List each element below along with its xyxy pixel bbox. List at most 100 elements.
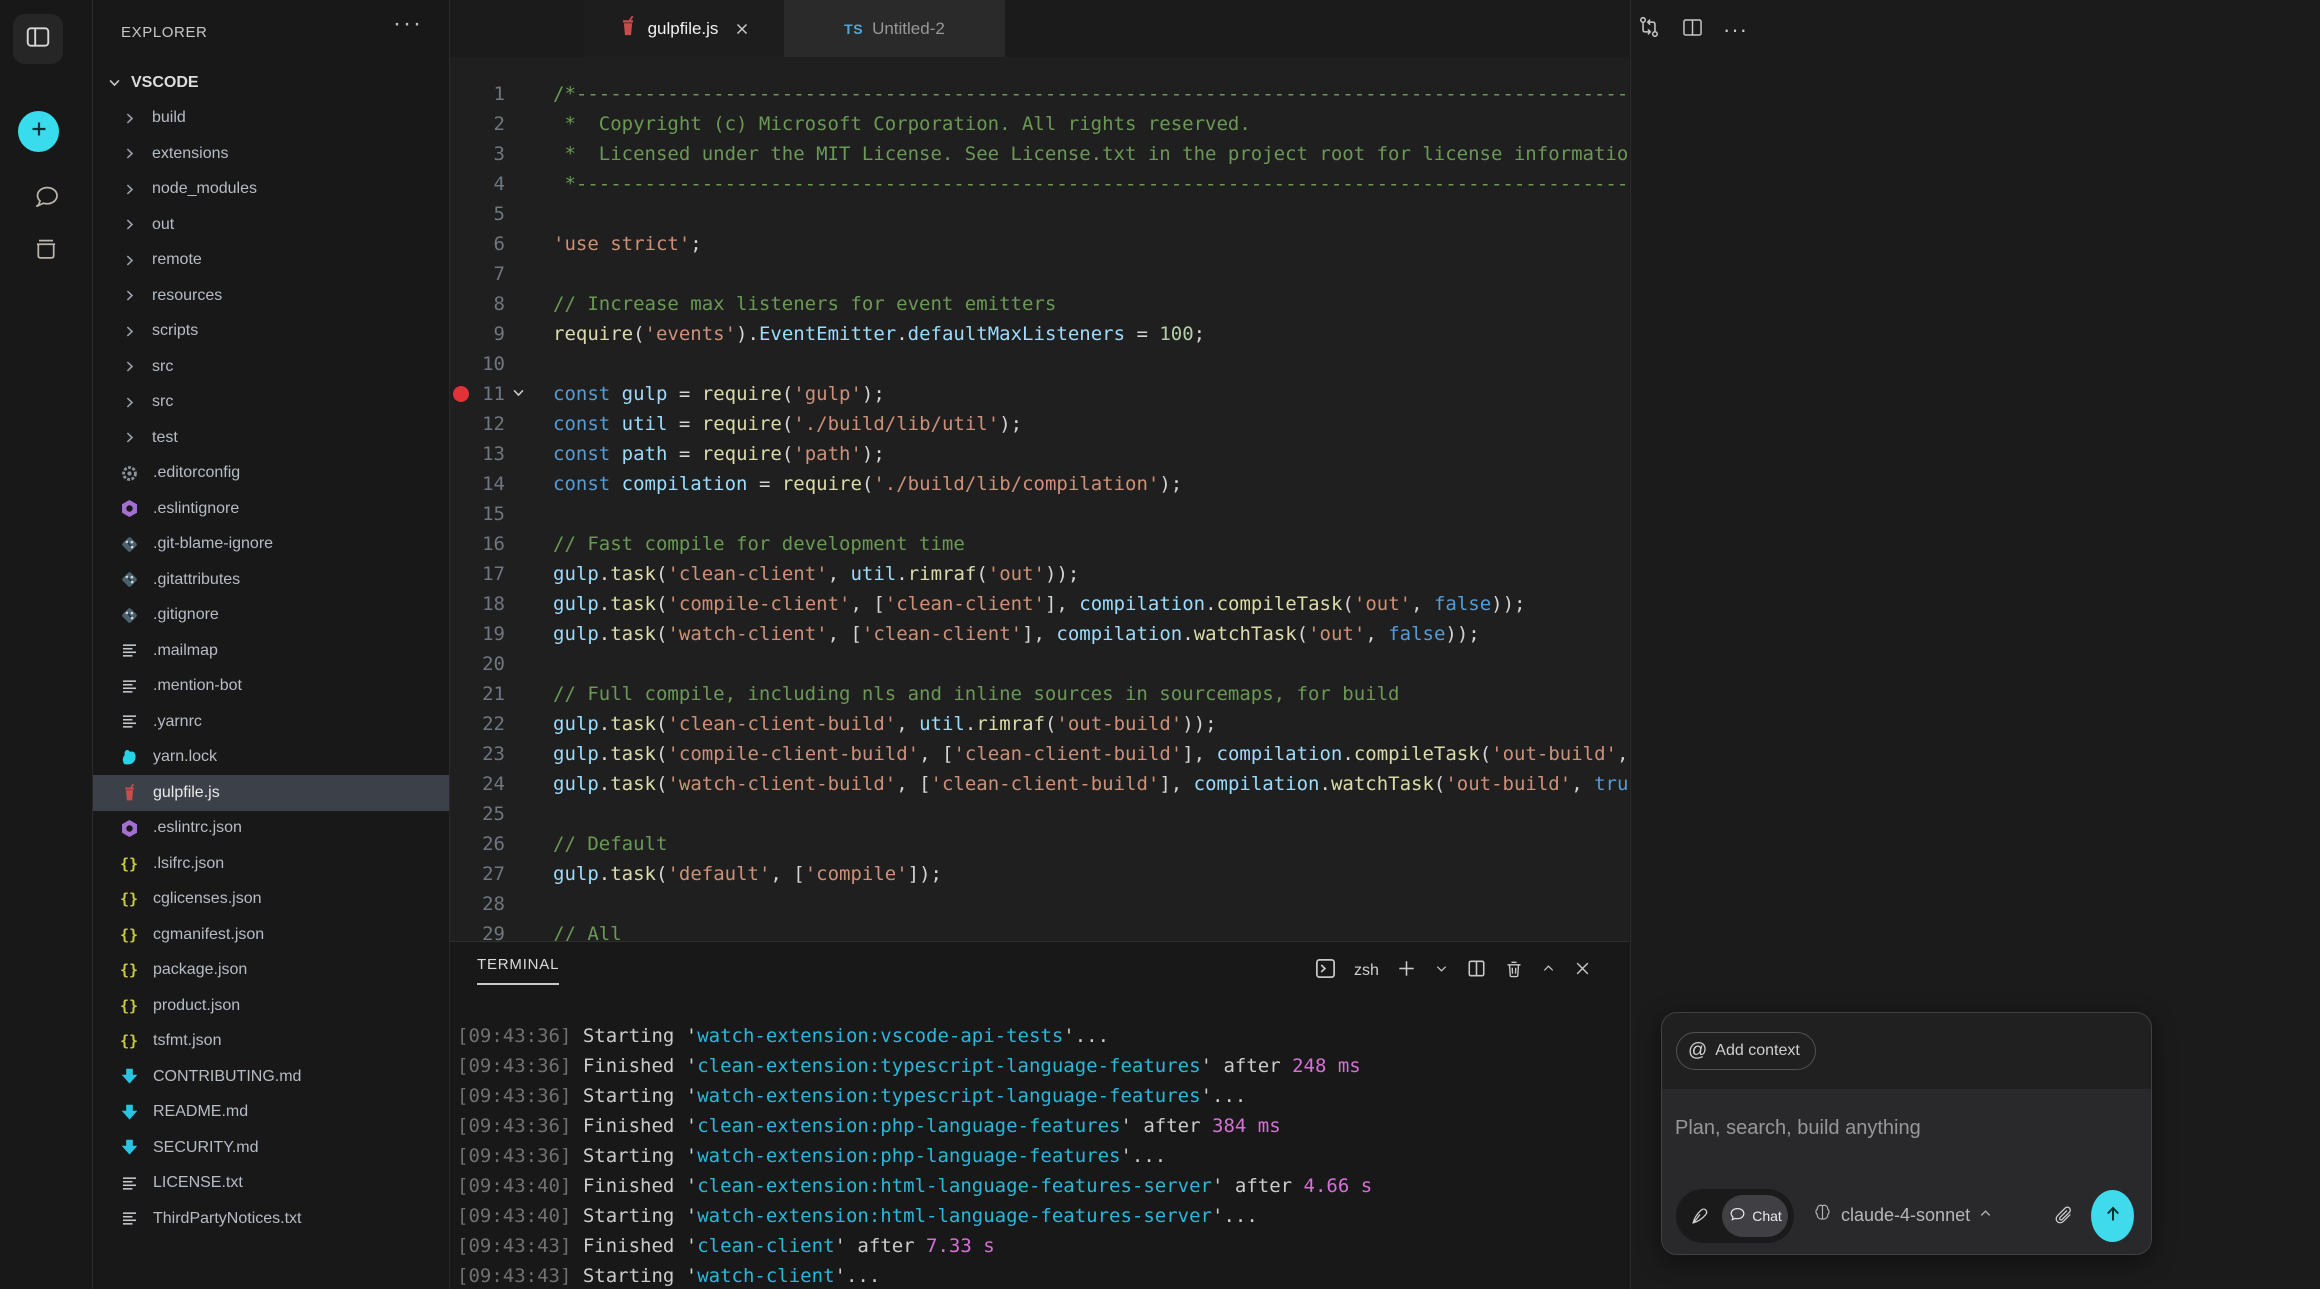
gulp-file-icon [119,783,139,802]
code-line: 9require('events').EventEmitter.defaultM… [450,319,1629,349]
tree-item-node_modules[interactable]: node_modules [93,172,449,208]
tree-item-SECURITY.md[interactable]: SECURITY.md [93,1130,449,1166]
code-line: 15 [450,499,1629,529]
tree-item-.editorconfig[interactable]: .editorconfig [93,456,449,492]
code-line: 11const gulp = require('gulp'); [450,379,1629,409]
tree-item-ThirdPartyNotices.txt[interactable]: ThirdPartyNotices.txt [93,1201,449,1237]
code-editor[interactable]: 1/*-------------------------------------… [450,57,1629,941]
line-number: 14 [450,469,505,499]
archive-button[interactable] [0,235,92,268]
line-number: 24 [450,769,505,799]
tree-item-test[interactable]: test [93,420,449,456]
tree-item-label: resources [152,287,222,305]
chevron-right-icon [121,216,138,233]
line-number: 1 [450,79,505,109]
tree-item-tsfmt.json[interactable]: {}tsfmt.json [93,1024,449,1060]
new-session-button[interactable] [18,111,59,152]
chat-input-area[interactable]: Plan, search, build anything Chat claude… [1662,1089,2151,1254]
tree-item-label: .eslintignore [153,500,239,518]
more-actions-icon[interactable]: ··· [1723,25,1748,35]
tree-item-resources[interactable]: resources [93,278,449,314]
line-number: 23 [450,739,505,769]
gulp-file-icon [617,15,639,42]
attach-paperclip-icon[interactable] [2052,1204,2075,1227]
code-line: 1/*-------------------------------------… [450,79,1629,109]
fold-chevron-icon[interactable] [510,384,527,401]
chevron-right-icon [121,145,138,162]
chevron-up-icon[interactable] [1541,961,1556,981]
close-panel-icon[interactable] [1573,959,1592,983]
tree-item-out[interactable]: out [93,207,449,243]
git-file-icon [119,535,139,554]
tree-root-label: VSCODE [131,74,199,92]
file-tree: VSCODE build extensions node_modulesout remo… [93,65,449,1237]
tree-item-.yarnrc[interactable]: .yarnrc [93,704,449,740]
tree-item-label: .git-blame-ignore [153,535,273,553]
tree-item-scripts[interactable]: scripts [93,314,449,350]
model-selector[interactable]: claude-4-sonnet [1812,1202,1993,1228]
tree-item-.git-blame-ignore[interactable]: .git-blame-ignore [93,527,449,563]
chevron-up-icon [1978,1205,1993,1226]
tree-item-.gitattributes[interactable]: .gitattributes [93,562,449,598]
terminal-tab[interactable]: TERMINAL [477,956,559,985]
line-number: 10 [450,349,505,379]
code-line: 22gulp.task('clean-client-build', util.r… [450,709,1629,739]
tree-item-README.md[interactable]: README.md [93,1095,449,1131]
tree-item-yarn.lock[interactable]: yarn.lock [93,740,449,776]
terminal-output[interactable]: [09:43:36] Starting 'watch-extension:vsc… [457,1021,1372,1289]
send-button[interactable] [2091,1190,2134,1242]
list-file-icon [119,1174,139,1193]
tree-item-extensions[interactable]: extensions [93,136,449,172]
add-context-button[interactable]: @ Add context [1676,1032,1816,1070]
tree-item-src[interactable]: src [93,349,449,385]
tree-item-src[interactable]: src [93,385,449,421]
close-tab-icon[interactable] [733,20,751,38]
tree-item-label: LICENSE.txt [153,1174,243,1192]
chat-button[interactable] [0,182,92,217]
tree-item-cgmanifest.json[interactable]: {}cgmanifest.json [93,917,449,953]
tree-item-label: tsfmt.json [153,1032,221,1050]
split-terminal-icon[interactable] [1466,958,1487,984]
yarn-file-icon [119,748,139,767]
tree-item-label: package.json [153,961,247,979]
line-number: 19 [450,619,505,649]
tree-item-.eslintignore[interactable]: .eslintignore [93,491,449,527]
explorer-more-actions-icon[interactable]: ··· [393,10,423,38]
terminal-icon[interactable] [1314,957,1337,985]
tree-item-.eslintrc.json[interactable]: .eslintrc.json [93,811,449,847]
archive-tray-icon [32,235,60,268]
compare-changes-icon[interactable] [1636,14,1662,45]
tree-item-.mailmap[interactable]: .mailmap [93,633,449,669]
chevron-down-icon[interactable] [1434,961,1449,981]
list-file-icon [119,712,139,731]
chat-mode-pill[interactable]: Chat [1722,1195,1788,1237]
tree-item-cglicenses.json[interactable]: {}cglicenses.json [93,882,449,918]
line-number: 20 [450,649,505,679]
new-terminal-icon[interactable] [1396,958,1417,984]
tree-root-vscode[interactable]: VSCODE [93,65,449,101]
tree-item-LICENSE.txt[interactable]: LICENSE.txt [93,1166,449,1202]
tree-item-gulpfile.js[interactable]: gulpfile.js [93,775,449,811]
toggle-sidebar-button[interactable] [13,14,63,64]
code-line: 14const compilation = require('./build/l… [450,469,1629,499]
tree-item-label: remote [152,251,202,269]
tab-gulpfile-js[interactable]: gulpfile.js [584,0,784,57]
tree-item-package.json[interactable]: {} package.json [93,953,449,989]
split-editor-icon[interactable] [1680,15,1705,45]
tree-item-.lsifrc.json[interactable]: {}.lsifrc.json [93,846,449,882]
code-line: 26// Default [450,829,1629,859]
tree-item-.gitignore[interactable]: .gitignore [93,598,449,634]
tree-item-build[interactable]: build [93,101,449,137]
tree-item-label: extensions [152,145,229,163]
code-line: 25 [450,799,1629,829]
mode-toggle[interactable]: Chat [1676,1189,1794,1243]
braces-file-icon: {} [119,961,139,979]
kill-terminal-trash-icon[interactable] [1504,959,1524,984]
tree-item-.mention-bot[interactable]: .mention-bot [93,669,449,705]
tree-item-product.json[interactable]: {}product.json [93,988,449,1024]
braces-file-icon: {} [119,855,139,873]
tree-item-remote[interactable]: remote [93,243,449,279]
tree-item-CONTRIBUTING.md[interactable]: CONTRIBUTING.md [93,1059,449,1095]
tab-untitled-2[interactable]: TS Untitled-2 [784,0,1005,57]
line-number: 26 [450,829,505,859]
